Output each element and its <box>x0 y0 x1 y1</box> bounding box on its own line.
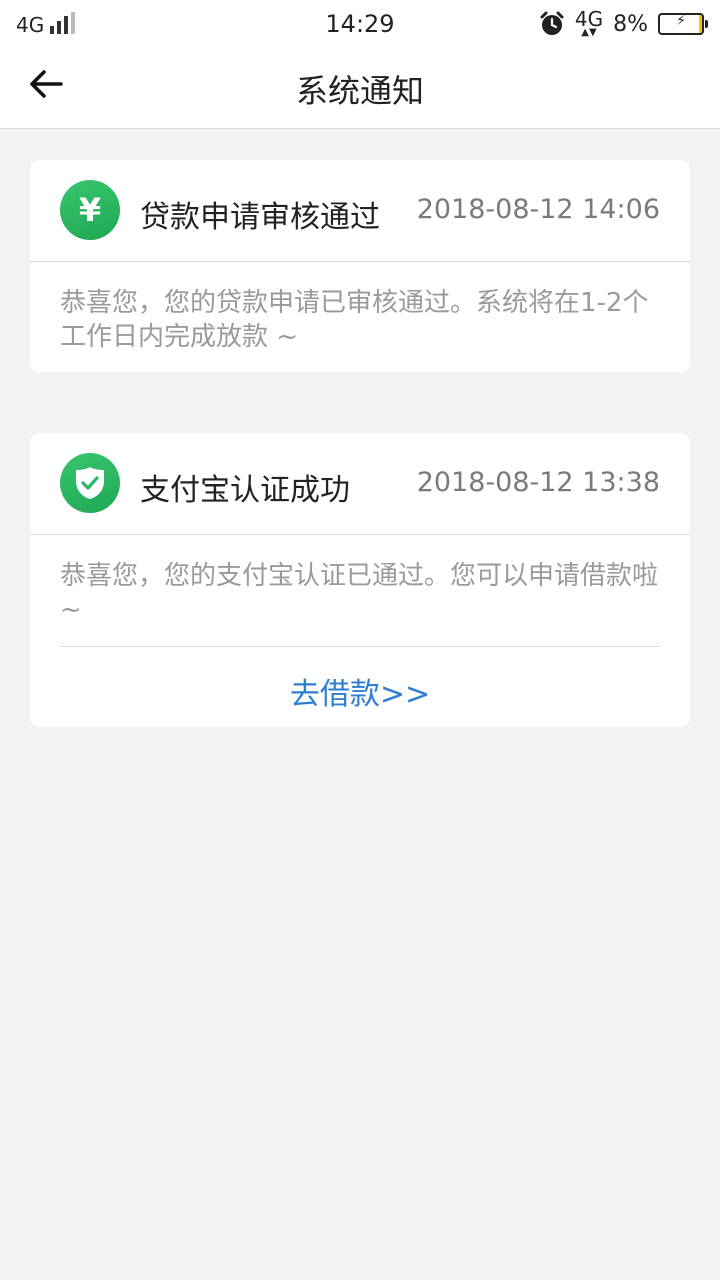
divider <box>60 646 660 647</box>
nav-bar: 系统通知 <box>0 50 720 129</box>
status-right: 4G ▲▼ 8% ⚡ <box>539 7 708 38</box>
notification-card-loan-approved[interactable]: ¥ 贷款申请审核通过 2018-08-12 14:06 恭喜您，您的贷款申请已审… <box>30 160 690 372</box>
notification-title: 贷款申请审核通过 <box>140 200 380 235</box>
notification-body: 恭喜您，您的贷款申请已审核通过。系统将在1-2个工作日内完成放款 ~ <box>60 288 649 352</box>
charging-bolt-icon: ⚡ <box>676 13 686 29</box>
notification-title: 支付宝认证成功 <box>140 473 350 508</box>
page-title: 系统通知 <box>295 72 424 110</box>
battery-icon: ⚡ <box>658 13 708 35</box>
alarm-icon <box>540 11 564 35</box>
shield-check-icon <box>60 453 120 513</box>
mobile-data-icon: 4G ▲▼ <box>574 7 604 38</box>
status-bar: 4G 14:29 4G ▲▼ 8% ⚡ <box>0 0 720 50</box>
notification-time: 2018-08-12 13:38 <box>416 467 660 498</box>
notification-time: 2018-08-12 14:06 <box>416 194 660 225</box>
notification-header: 支付宝认证成功 2018-08-12 13:38 <box>30 433 690 535</box>
notification-header: ¥ 贷款申请审核通过 2018-08-12 14:06 <box>30 160 690 262</box>
notification-body: 恭喜您，您的支付宝认证已通过。您可以申请借款啦 ~ <box>60 561 659 625</box>
notification-card-alipay-verified[interactable]: 支付宝认证成功 2018-08-12 13:38 恭喜您，您的支付宝认证已通过。… <box>30 433 690 727</box>
yen-icon: ¥ <box>60 180 120 240</box>
go-borrow-link[interactable]: 去借款>> <box>30 669 690 713</box>
battery-percent: 8% <box>613 11 648 37</box>
